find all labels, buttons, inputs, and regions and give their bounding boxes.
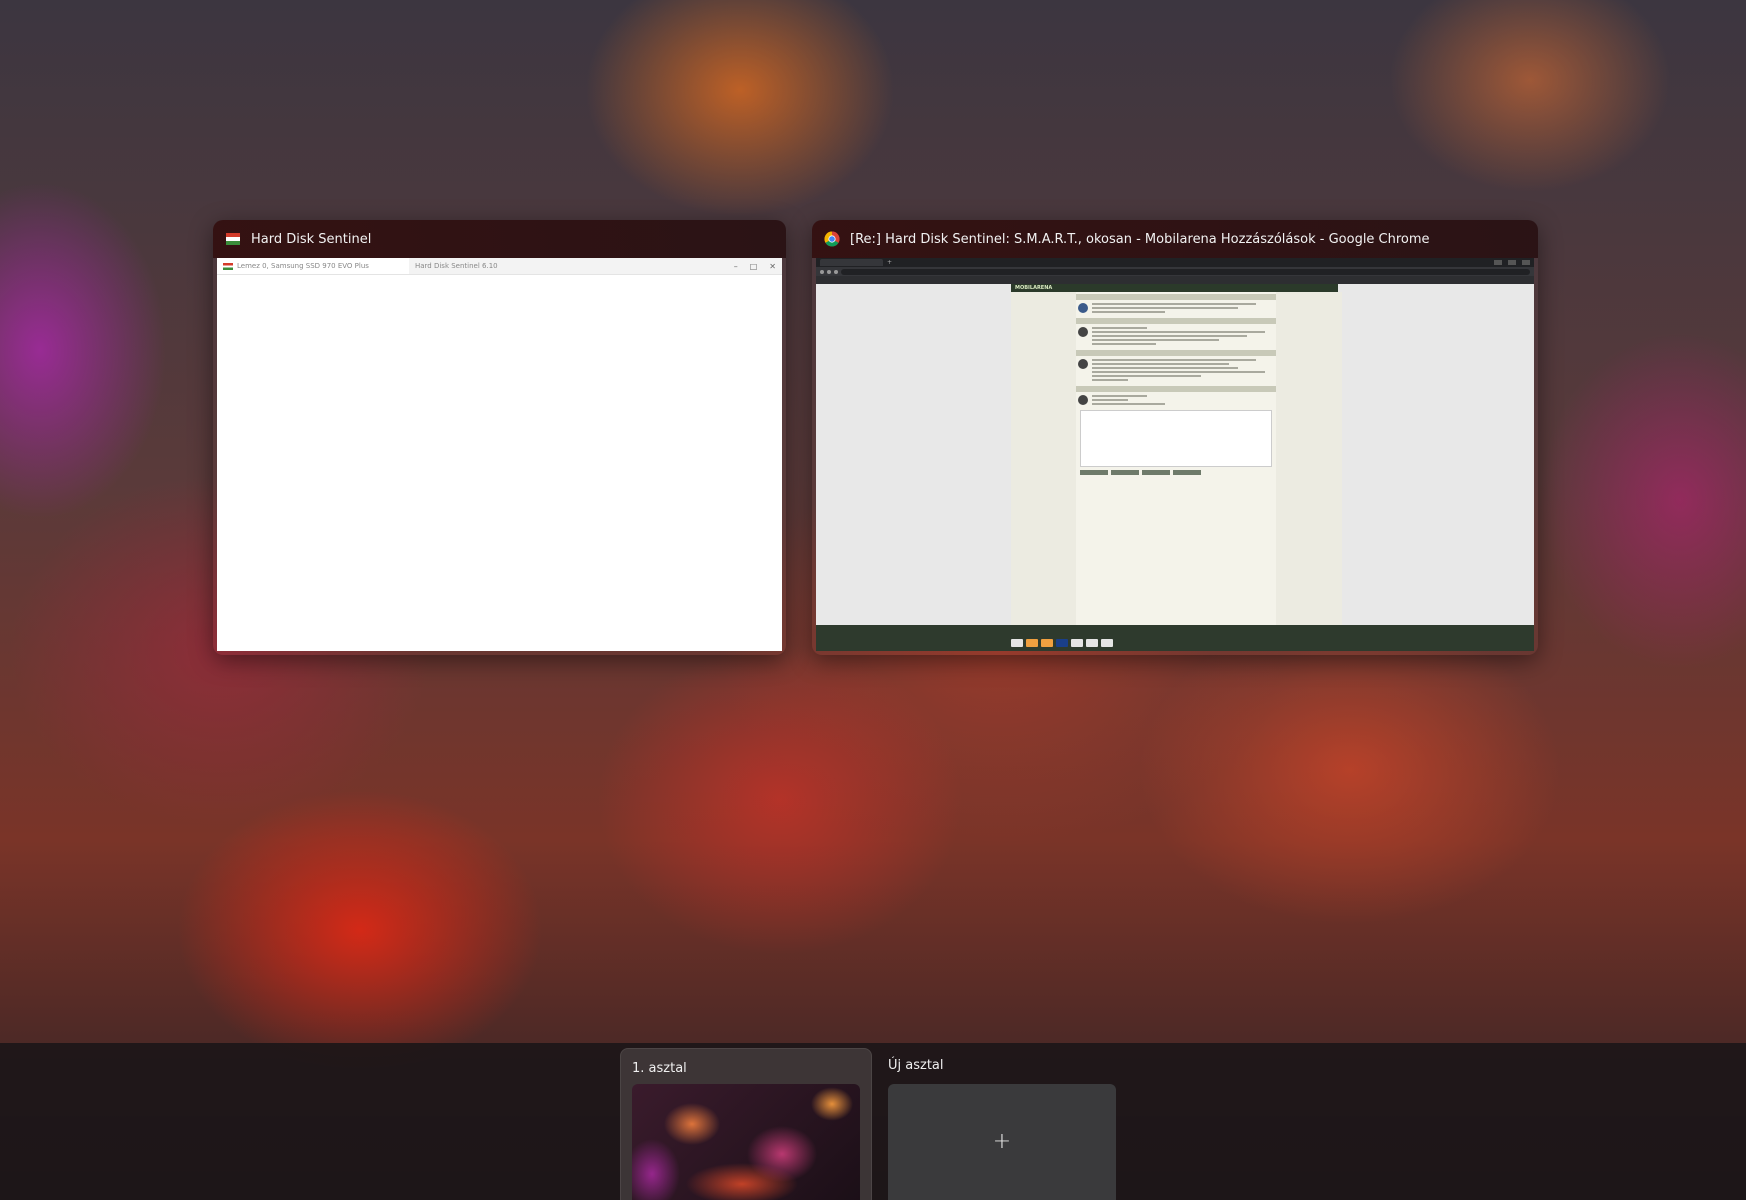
chrome-icon [824, 231, 840, 247]
hds-tabbar: Lemez 0, Samsung SSD 970 EVO Plus Hard D… [217, 258, 782, 275]
hds-window-title: Hard Disk Sentinel 6.10 [415, 262, 498, 270]
flag-icon [223, 262, 233, 270]
avatar [1078, 395, 1088, 405]
window-card-chrome[interactable]: [Re:] Hard Disk Sentinel: S.M.A.R.T., ok… [812, 220, 1538, 655]
chrome-window-controls [1494, 260, 1534, 265]
back-icon [820, 269, 824, 274]
hds-tab: Lemez 0, Samsung SSD 970 EVO Plus [217, 258, 409, 274]
chrome-tabstrip: + [816, 258, 1534, 267]
site-logo: MOBILARENA [1015, 285, 1053, 291]
hard-disk-sentinel-icon [226, 233, 240, 245]
hds-window-controls: – □ ✕ [734, 258, 776, 274]
forum-post [1076, 350, 1276, 384]
avatar [1078, 327, 1088, 337]
forum-page [1011, 292, 1342, 625]
reply-editor [1080, 410, 1272, 467]
reply-buttons [1080, 470, 1272, 475]
chrome-tab [820, 259, 883, 266]
plus-icon: + [992, 1129, 1012, 1154]
site-footer [816, 625, 1534, 651]
window-title: [Re:] Hard Disk Sentinel: S.M.A.R.T., ok… [850, 231, 1430, 247]
forum-post [1076, 318, 1276, 348]
window-thumbnail: Lemez 0, Samsung SSD 970 EVO Plus Hard D… [217, 258, 782, 651]
payment-logos [1011, 639, 1113, 647]
reload-icon [834, 269, 838, 274]
window-card-hard-disk-sentinel[interactable]: Hard Disk Sentinel Lemez 0, Samsung SSD … [213, 220, 786, 655]
minimize-icon: – [733, 261, 738, 271]
forum-post [1076, 294, 1276, 316]
window-card-titlebar: [Re:] Hard Disk Sentinel: S.M.A.R.T., ok… [812, 220, 1538, 258]
plus-icon: + [887, 259, 893, 266]
desktop-thumbnail[interactable] [632, 1084, 860, 1200]
window-card-titlebar: Hard Disk Sentinel [213, 220, 786, 258]
close-icon: ✕ [769, 261, 776, 271]
avatar [1078, 303, 1088, 313]
task-view: Hard Disk Sentinel Lemez 0, Samsung SSD … [0, 0, 1746, 1200]
desktop-label: 1. asztal [632, 1061, 687, 1076]
window-title: Hard Disk Sentinel [251, 231, 372, 247]
chrome-bookmarks-bar [816, 276, 1534, 284]
add-desktop-button[interactable]: + [888, 1084, 1116, 1200]
virtual-desktops-bar: 1. asztal Új asztal + [0, 1043, 1746, 1200]
desktop-label: Új asztal [888, 1058, 944, 1073]
new-desktop[interactable]: Új asztal + [880, 1048, 1130, 1200]
hds-tab-label: Lemez 0, Samsung SSD 970 EVO Plus [237, 262, 369, 270]
window-thumbnail: + MOBILARENA [816, 258, 1534, 651]
chrome-toolbar [816, 267, 1534, 276]
maximize-icon: □ [749, 261, 758, 271]
avatar [1078, 359, 1088, 369]
site-navbar: MOBILARENA [1011, 284, 1338, 292]
forum-column [1076, 292, 1276, 625]
desktop-1[interactable]: 1. asztal [620, 1048, 872, 1200]
chrome-address-bar [841, 268, 1530, 275]
forward-icon [827, 269, 831, 274]
forum-reply [1076, 386, 1276, 475]
